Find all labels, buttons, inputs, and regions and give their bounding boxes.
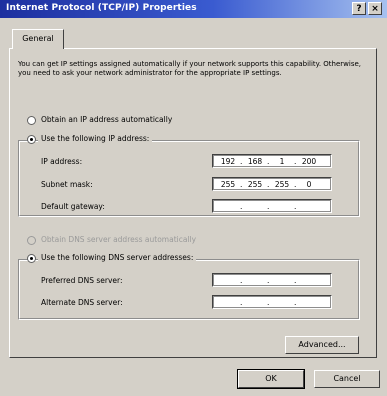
obtain-ip-automatically-label[interactable]: Obtain an IP address automatically (41, 115, 172, 124)
ok-button[interactable]: OK (237, 369, 305, 389)
mask-octet-2: 255 (247, 180, 263, 189)
mask-octet-4: 0 (306, 180, 312, 189)
title-bar[interactable]: Internet Protocol (TCP/IP) Properties ? … (0, 0, 387, 18)
alternate-dns-input[interactable]: . . . (212, 295, 332, 309)
obtain-dns-automatically-label[interactable]: Obtain DNS server address automatically (41, 235, 196, 244)
default-gateway-input[interactable]: . . . (212, 199, 332, 213)
mask-octet-1: 255 (220, 180, 236, 189)
subnet-mask-label: Subnet mask: (41, 180, 93, 189)
dns-server-group (18, 259, 360, 320)
use-following-dns-radio[interactable] (27, 254, 36, 263)
ip-address-input[interactable]: 192 . 168 . 1 . 200 (212, 154, 332, 168)
obtain-ip-automatically-radio[interactable] (27, 116, 36, 125)
advanced-button[interactable]: Advanced... (285, 336, 359, 354)
close-button[interactable]: × (368, 2, 382, 15)
use-following-ip-label[interactable]: Use the following IP address: (38, 134, 153, 143)
ip-octet-3: 1 (279, 157, 285, 166)
cancel-button[interactable]: Cancel (314, 370, 380, 388)
use-following-ip-radio[interactable] (27, 135, 36, 144)
window-title: Internet Protocol (TCP/IP) Properties (6, 3, 197, 13)
default-gateway-label: Default gateway: (41, 202, 105, 211)
preferred-dns-label: Preferred DNS server: (41, 276, 123, 285)
use-following-dns-label[interactable]: Use the following DNS server addresses: (38, 253, 197, 262)
ip-octet-2: 168 (247, 157, 263, 166)
ip-octet-1: 192 (220, 157, 236, 166)
preferred-dns-input[interactable]: . . . (212, 273, 332, 287)
obtain-dns-automatically-radio[interactable] (27, 236, 36, 245)
mask-octet-3: 255 (274, 180, 290, 189)
ip-octet-4: 200 (301, 157, 317, 166)
tcpip-properties-dialog: Internet Protocol (TCP/IP) Properties ? … (0, 0, 387, 396)
subnet-mask-input[interactable]: 255 . 255 . 255 . 0 (212, 177, 332, 191)
help-button[interactable]: ? (352, 2, 366, 15)
tab-general[interactable]: General (12, 29, 64, 49)
intro-text: You can get IP settings assigned automat… (18, 60, 361, 77)
ip-address-label: IP address: (41, 157, 83, 166)
alternate-dns-label: Alternate DNS server: (41, 298, 123, 307)
